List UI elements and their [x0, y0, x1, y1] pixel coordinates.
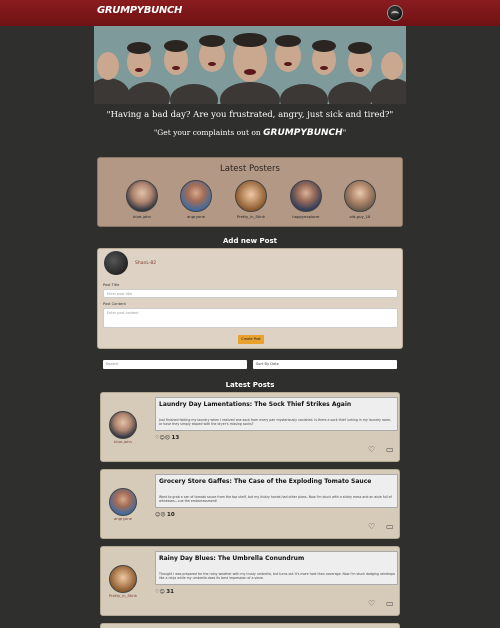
poster-item[interactable]: angryone	[176, 180, 216, 219]
post-reactions[interactable]: ☺☹ 10	[155, 512, 175, 518]
post-author-name[interactable]: Pretty_in_Stink	[101, 593, 145, 598]
poster-name[interactable]: angryone	[176, 214, 216, 219]
site-logo[interactable]: GRUMPYBUNCH	[97, 5, 182, 16]
post-body: Went to grab a can of tomato sauce from …	[159, 495, 392, 504]
comment-icon[interactable]: ▭	[386, 599, 394, 608]
comment-icon[interactable]: ▭	[386, 445, 394, 454]
post-title[interactable]: Rainy Day Blues: The Umbrella Conundrum	[159, 555, 304, 562]
latest-posters-panel: Latest Posters blue-john angryone Pretty…	[97, 157, 403, 227]
reaction-count: 31	[166, 589, 174, 595]
post-content-box: Laundry Day Lamentations: The Sock Thief…	[155, 397, 398, 431]
latest-posts-heading: Latest Posts	[225, 381, 275, 389]
post-card[interactable]: angryone Grocery Store Gaffes: The Case …	[100, 469, 400, 539]
hero-tagline: "Get your complaints out on GRUMPYBUNCH"	[0, 128, 500, 138]
post-card[interactable]	[100, 623, 400, 628]
post-author-name[interactable]: blue-john	[101, 439, 145, 444]
hero-tagline-brand: GRUMPYBUNCH	[263, 128, 343, 138]
poster-item[interactable]: blue-john	[122, 180, 162, 219]
post-body: Thought I was prepared for the rainy wea…	[159, 572, 396, 581]
post-author-name[interactable]: angryone	[101, 516, 145, 521]
search-input[interactable]: Search	[103, 360, 247, 369]
post-card[interactable]: Pretty_in_Stink Rainy Day Blues: The Umb…	[100, 546, 400, 616]
poster-name[interactable]: Pretty_in_Stink	[231, 214, 271, 219]
reaction-emoji-icons[interactable]: ♡☺☹	[155, 435, 172, 441]
poster-avatar[interactable]	[126, 180, 158, 212]
sort-select[interactable]: Sort By Date	[253, 360, 397, 369]
post-title-input[interactable]: Enter post title	[103, 289, 398, 298]
poster-name[interactable]: old-guy_18	[340, 214, 380, 219]
react-heart-icon[interactable]: ♡	[368, 599, 375, 608]
current-username: ShanL-82	[135, 261, 157, 266]
post-author-avatar[interactable]	[109, 565, 137, 593]
reaction-count: 10	[167, 512, 175, 518]
post-body: Just finished folding my laundry when I …	[159, 418, 392, 427]
current-user-avatar	[104, 251, 128, 275]
poster-item[interactable]: happyexplorer	[286, 180, 326, 219]
react-heart-icon[interactable]: ♡	[368, 522, 375, 531]
post-author-avatar[interactable]	[109, 411, 137, 439]
post-card[interactable]: blue-john Laundry Day Lamentations: The …	[100, 392, 400, 462]
poster-avatar[interactable]	[344, 180, 376, 212]
react-heart-icon[interactable]: ♡	[368, 445, 375, 454]
hero-tagline-suffix: "	[342, 128, 347, 137]
hero-tagline-prefix: "Get your complaints out on	[153, 128, 264, 137]
add-post-heading: Add new Post	[223, 237, 277, 245]
poster-avatar[interactable]	[180, 180, 212, 212]
hero-crowd-illustration	[94, 26, 406, 104]
reaction-count: 13	[171, 435, 180, 441]
new-post-form: ShanL-82 Post Title Enter post title Pos…	[97, 248, 403, 349]
post-content-box: Rainy Day Blues: The Umbrella Conundrum …	[155, 551, 398, 585]
post-title-label: Post Title	[103, 283, 120, 287]
post-author-avatar[interactable]	[109, 488, 137, 516]
post-content-input[interactable]: Enter post content	[103, 308, 398, 328]
post-content-label: Post Content	[103, 302, 126, 306]
poster-avatar[interactable]	[290, 180, 322, 212]
user-avatar-icon[interactable]	[387, 5, 403, 21]
hero-quote: "Having a bad day? Are you frustrated, a…	[106, 110, 394, 120]
poster-item[interactable]: old-guy_18	[340, 180, 380, 219]
comment-icon[interactable]: ▭	[386, 522, 394, 531]
latest-posters-title: Latest Posters	[220, 164, 280, 174]
create-post-button[interactable]: Create Post	[238, 335, 264, 344]
post-content-box: Grocery Store Gaffes: The Case of the Ex…	[155, 474, 398, 508]
top-nav: GRUMPYBUNCH	[0, 0, 500, 26]
post-reactions[interactable]: ♡☺☹ 13	[155, 435, 179, 441]
post-title[interactable]: Laundry Day Lamentations: The Sock Thief…	[159, 401, 351, 408]
post-reactions[interactable]: ♡☺ 31	[155, 589, 174, 595]
reaction-emoji-icons[interactable]: ☺☹	[155, 512, 167, 518]
poster-item[interactable]: Pretty_in_Stink	[231, 180, 271, 219]
post-title[interactable]: Grocery Store Gaffes: The Case of the Ex…	[159, 478, 371, 485]
poster-avatar[interactable]	[235, 180, 267, 212]
hero-image	[94, 26, 406, 104]
poster-name[interactable]: blue-john	[122, 214, 162, 219]
poster-name[interactable]: happyexplorer	[286, 214, 326, 219]
reaction-emoji-icons[interactable]: ♡☺	[155, 589, 166, 595]
